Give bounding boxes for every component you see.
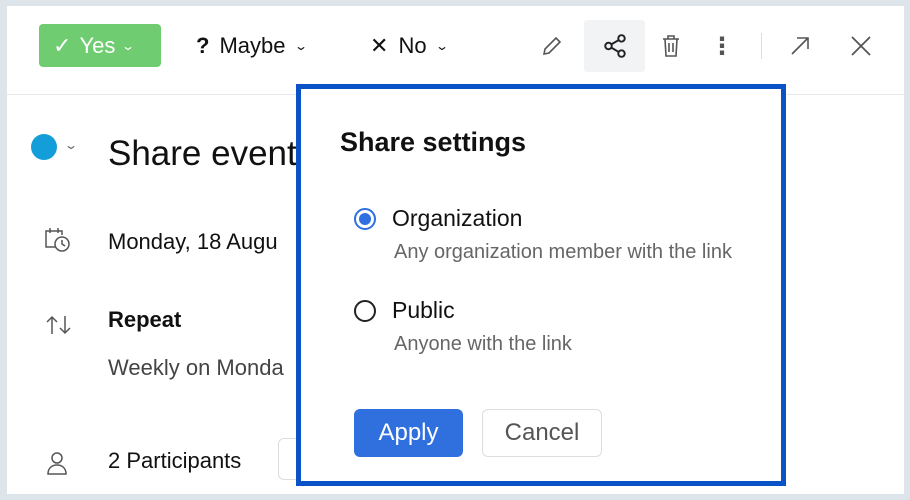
divider (761, 33, 762, 59)
trash-icon (663, 35, 679, 57)
chevron-down-icon: ⌄ (121, 38, 136, 53)
x-icon: ✕ (370, 32, 389, 58)
option-organization[interactable]: Organization (354, 205, 522, 232)
yes-label: Yes (79, 32, 116, 58)
repeat-icon (46, 315, 71, 335)
rsvp-yes-button[interactable]: ✓ Yes ⌄ (39, 24, 161, 67)
option-description: Any organization member with the link (394, 241, 732, 263)
apply-button[interactable]: Apply (354, 409, 463, 457)
option-public[interactable]: Public (354, 297, 455, 324)
maybe-label: Maybe (219, 32, 286, 58)
pencil-icon (542, 36, 562, 56)
radio-unselected[interactable] (354, 299, 376, 322)
calendar-clock-icon (45, 228, 70, 252)
check-icon: ✓ (53, 32, 72, 58)
close-button[interactable] (841, 20, 881, 72)
event-date: Monday, 18 Augu (108, 229, 278, 254)
rsvp-maybe-button[interactable]: ? Maybe ⌄ (196, 24, 308, 67)
option-label: Public (392, 297, 455, 323)
share-settings-popup: Share settings Organization Any organiza… (296, 84, 786, 486)
edit-button[interactable] (532, 20, 572, 72)
share-icon (603, 34, 626, 58)
repeat-label: Repeat (108, 307, 182, 332)
arrow-up-right-icon (791, 37, 809, 55)
share-button[interactable] (584, 20, 645, 72)
event-color-picker[interactable] (31, 134, 57, 160)
more-options-icon[interactable]: ⋮ (702, 20, 742, 72)
no-label: No (398, 32, 427, 58)
delete-button[interactable] (651, 20, 691, 72)
question-icon: ? (196, 32, 210, 58)
chevron-down-icon: ⌄ (434, 38, 449, 53)
popup-title: Share settings (340, 127, 527, 157)
option-label: Organization (392, 205, 523, 231)
radio-selected[interactable] (354, 207, 376, 230)
repeat-value: Weekly on Monda (108, 355, 284, 380)
participants-count: 2 Participants (108, 448, 242, 473)
chevron-down-icon[interactable]: ⌄ (64, 138, 78, 152)
option-description: Anyone with the link (394, 333, 572, 355)
cancel-button[interactable]: Cancel (482, 409, 602, 457)
open-external-button[interactable] (780, 20, 820, 72)
close-icon (851, 36, 871, 56)
person-icon (47, 452, 67, 475)
event-title: Share event (108, 134, 297, 173)
chevron-down-icon: ⌄ (293, 38, 308, 53)
rsvp-no-button[interactable]: ✕ No ⌄ (370, 24, 449, 67)
